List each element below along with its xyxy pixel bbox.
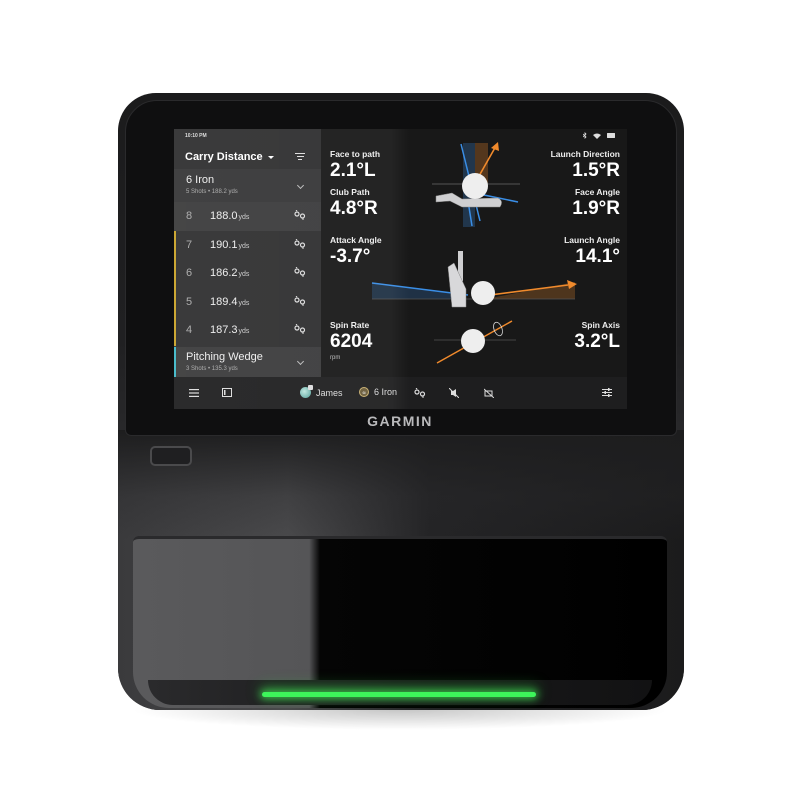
spin-axis-graphic xyxy=(434,320,516,364)
metric-selector[interactable]: Carry Distance xyxy=(185,151,274,163)
shot-number: 4 xyxy=(186,324,193,337)
golf-ball-icon xyxy=(471,281,495,305)
club-summary: 5 Shots • 188.2 yds xyxy=(186,189,238,195)
golf-ball-icon xyxy=(461,329,485,353)
shot-distance: 188.0yds xyxy=(210,210,250,223)
club-summary: 3 Shots • 135.3 yds xyxy=(186,366,238,372)
caret-down-icon xyxy=(267,155,274,159)
camera-off-icon[interactable] xyxy=(484,388,494,398)
sound-off-icon[interactable] xyxy=(449,388,459,398)
shot-row[interactable]: 6 186.2yds xyxy=(174,259,321,288)
arrow-head-icon xyxy=(491,142,499,151)
wifi-icon xyxy=(593,133,601,139)
chevron-down-icon[interactable] xyxy=(296,181,305,190)
menu-icon[interactable] xyxy=(189,389,199,397)
brand-logo: GARMIN xyxy=(367,413,433,429)
shot-distance: 189.4yds xyxy=(210,295,250,308)
club-swap-icon[interactable] xyxy=(294,295,306,306)
club-swap-icon[interactable] xyxy=(294,324,306,334)
display-screen: 10:10 PM Carry Distance 6 Iron 5 Shots •… xyxy=(174,129,627,409)
club-name: 6 Iron xyxy=(186,174,215,186)
face-path-graphic xyxy=(432,142,520,227)
shot-row[interactable]: 7 190.1yds xyxy=(174,231,321,260)
metric-spin-axis: Spin Axis 3.2°L xyxy=(574,320,620,352)
power-button[interactable] xyxy=(150,446,192,466)
filter-icon[interactable] xyxy=(295,153,305,161)
metric-face-angle: Face Angle 1.9°R xyxy=(572,187,620,219)
club-group-pitching-wedge[interactable]: Pitching Wedge 3 Shots • 135.3 yds xyxy=(174,347,321,377)
status-time: 10:10 PM xyxy=(185,133,207,139)
chevron-down-icon[interactable] xyxy=(296,357,305,366)
sidebar-toggle-icon[interactable] xyxy=(222,388,232,397)
shot-distance: 187.3yds xyxy=(210,324,250,337)
club-name: 6 Iron xyxy=(374,387,398,397)
player-selector[interactable]: James xyxy=(300,385,343,398)
shot-list: 8 188.0yds 7 190.1yds 6 186.2yds 5 189.4… xyxy=(174,202,321,345)
shot-distance: 190.1yds xyxy=(210,238,250,251)
player-avatar xyxy=(300,385,313,398)
metric-face-to-path: Face to path 2.1°L xyxy=(330,149,381,181)
club-group-6-iron[interactable]: 6 Iron 5 Shots • 188.2 yds xyxy=(174,169,321,202)
bottom-toolbar: James 6i 6 Iron xyxy=(174,377,627,409)
club-swap-icon[interactable] xyxy=(294,210,306,220)
club-badge-icon: 6i xyxy=(359,387,369,397)
club-selector[interactable]: 6i 6 Iron xyxy=(359,387,397,397)
metric-selector-label: Carry Distance xyxy=(185,151,263,163)
metric-launch-direction: Launch Direction 1.5°R xyxy=(550,149,620,181)
shot-number: 8 xyxy=(186,210,193,223)
status-light xyxy=(262,692,536,697)
shot-number: 6 xyxy=(186,267,193,280)
metric-spin-rate: Spin Rate 6204 rpm xyxy=(330,320,373,361)
golf-ball-icon xyxy=(462,173,488,199)
club-name: Pitching Wedge xyxy=(186,351,263,363)
bluetooth-icon xyxy=(583,132,587,139)
club-head-icon xyxy=(447,262,467,308)
player-name: James xyxy=(316,387,343,398)
shot-number: 7 xyxy=(186,238,193,251)
shot-row[interactable]: 5 189.4yds xyxy=(174,288,321,317)
shot-list-panel: 10:10 PM Carry Distance 6 Iron 5 Shots •… xyxy=(174,129,321,377)
metric-club-path: Club Path 4.8°R xyxy=(330,187,378,219)
shot-distance: 186.2yds xyxy=(210,267,250,280)
club-swap-icon[interactable] xyxy=(294,267,306,277)
club-accent-bar xyxy=(174,347,176,377)
status-icons xyxy=(583,132,615,139)
club-swap-icon[interactable] xyxy=(414,388,426,398)
shot-row[interactable]: 8 188.0yds xyxy=(174,202,321,231)
shot-row[interactable]: 4 187.3yds xyxy=(174,316,321,345)
club-swap-icon[interactable] xyxy=(294,238,306,249)
battery-icon xyxy=(607,133,615,138)
settings-sliders-icon[interactable] xyxy=(602,388,612,397)
attack-launch-graphic xyxy=(371,251,577,308)
shot-number: 5 xyxy=(186,295,193,308)
